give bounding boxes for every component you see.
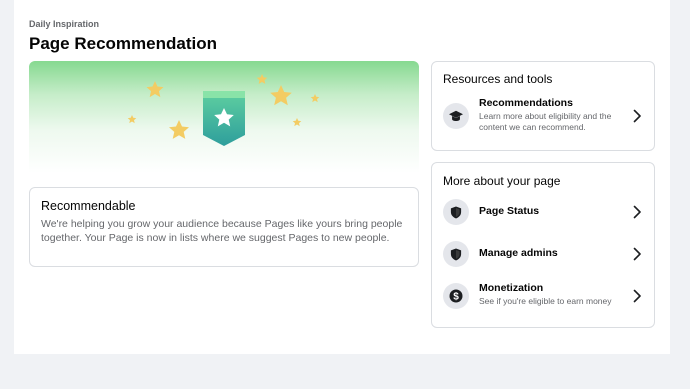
monetization-label: Monetization <box>479 282 544 294</box>
manage-admins-icon-wrap <box>443 241 469 267</box>
star-icon <box>127 115 137 124</box>
chevron-right-icon <box>633 289 641 303</box>
recommendable-title: Recommendable <box>41 199 136 213</box>
badge-icon <box>203 91 245 146</box>
monetization-icon-wrap: $ <box>443 283 469 309</box>
star-icon <box>146 81 164 98</box>
svg-text:$: $ <box>453 292 459 303</box>
graduation-cap-icon <box>449 110 463 121</box>
manage-admins-label: Manage admins <box>479 247 558 259</box>
resources-title: Resources and tools <box>443 72 553 86</box>
star-icon <box>256 74 268 84</box>
page-title: Page Recommendation <box>29 34 217 53</box>
recommendations-label: Recommendations <box>479 97 573 109</box>
recommendable-card: Recommendable We're helping you grow you… <box>29 187 419 267</box>
hero-illustration <box>127 74 320 146</box>
chevron-right-icon <box>633 247 641 261</box>
monetization-sub: See if you're eligible to earn money <box>479 296 612 306</box>
more-about-title: More about your page <box>443 174 561 188</box>
star-icon <box>270 85 292 106</box>
dollar-icon: $ <box>449 289 463 303</box>
recommendations-row[interactable]: Recommendations Learn more about eligibi… <box>443 96 653 136</box>
chevron-right-icon <box>633 205 641 219</box>
chevron-right-icon <box>633 109 641 123</box>
page-status-label: Page Status <box>479 205 540 217</box>
recommendations-sub: Learn more about eligibility and the con… <box>479 111 612 132</box>
monetization-row[interactable]: $ Monetization See if you're eligible to… <box>443 278 653 314</box>
shield-icon <box>450 247 462 261</box>
shield-icon <box>450 205 462 219</box>
star-icon <box>310 94 320 103</box>
hero-banner <box>29 61 419 173</box>
page-status-row[interactable]: Page Status <box>443 194 653 230</box>
section-eyebrow: Daily Inspiration <box>29 19 100 29</box>
recommendations-icon-wrap <box>443 103 469 129</box>
recommendable-description: We're helping you grow your audience bec… <box>41 218 403 244</box>
page-status-icon-wrap <box>443 199 469 225</box>
star-icon <box>169 120 189 139</box>
more-about-card: More about your page Page Status Manage <box>431 162 655 328</box>
resources-card: Resources and tools Recommendations Lear… <box>431 61 655 151</box>
manage-admins-row[interactable]: Manage admins <box>443 236 653 272</box>
main-panel: Daily Inspiration Page Recommendation Re… <box>14 0 670 354</box>
star-icon <box>292 118 302 127</box>
